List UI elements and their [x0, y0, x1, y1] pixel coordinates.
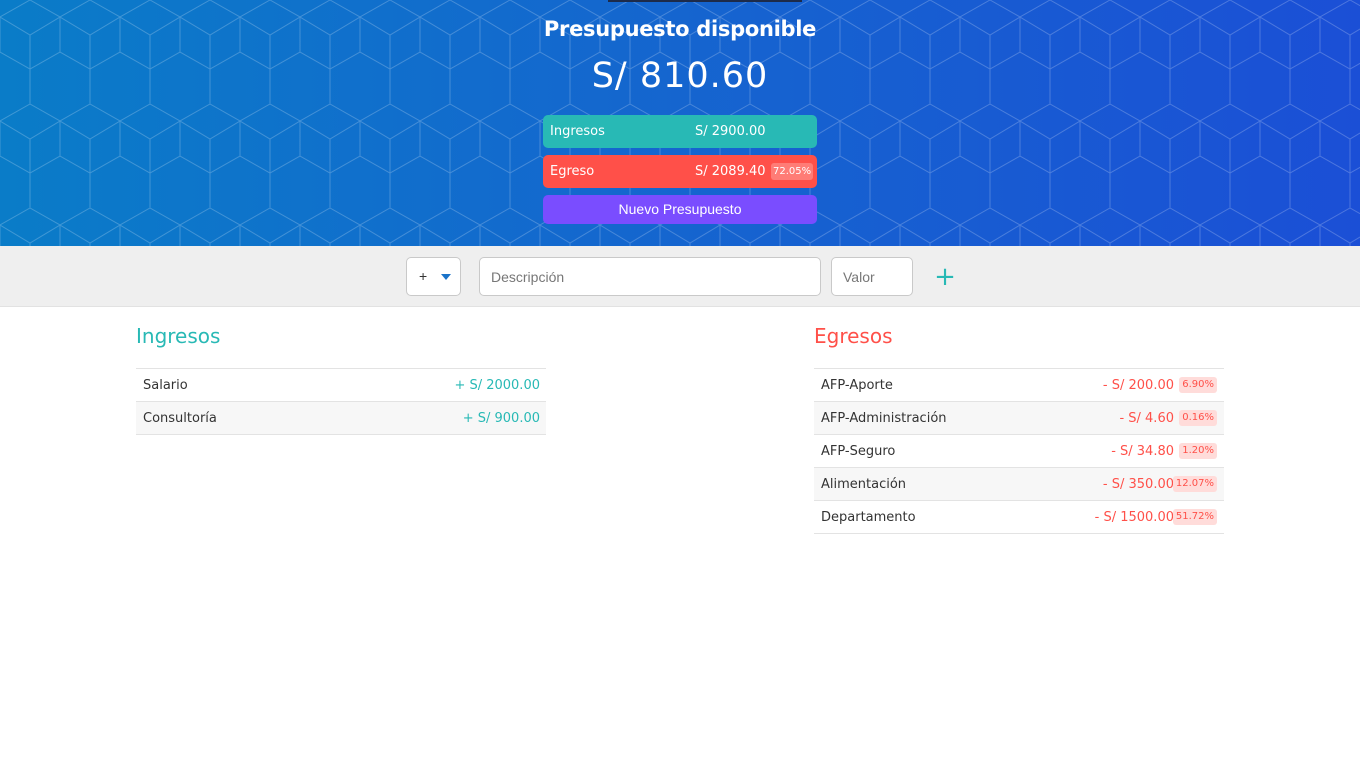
expense-percentage-badge: 72.05% [771, 163, 814, 180]
expense-value: - S/ 1500.00 [1094, 510, 1174, 525]
budget-header: Presupuesto disponible S/ 810.60 Ingreso… [0, 0, 1360, 246]
expense-percentage: 1.20% [1179, 443, 1217, 459]
expense-description: AFP-Seguro [821, 444, 896, 459]
expense-value: - S/ 34.80 [1111, 444, 1174, 459]
expense-column: Egresos AFP-Aporte - S/ 200.00 6.90% AFP… [814, 322, 1224, 534]
expense-row: Alimentación - S/ 350.00 12.07% [814, 468, 1224, 501]
expense-percentage: 51.72% [1172, 509, 1217, 525]
income-value: + S/ 900.00 [462, 411, 540, 426]
expense-percentage: 12.07% [1172, 476, 1217, 492]
expense-percentage: 6.90% [1179, 377, 1217, 393]
expense-value: - S/ 350.00 [1102, 477, 1174, 492]
entry-type-select[interactable]: + [406, 257, 461, 296]
income-column: Ingresos Salario + S/ 2000.00 Consultorí… [136, 322, 546, 435]
income-summary-bar: Ingresos S/ 2900.00 [543, 115, 817, 148]
income-value: + S/ 2000.00 [454, 378, 540, 393]
expense-description: Departamento [821, 510, 916, 525]
caret-down-icon [441, 274, 451, 280]
expense-row: AFP-Administración - S/ 4.60 0.16% [814, 402, 1224, 435]
income-list: Salario + S/ 2000.00 Consultoría + S/ 90… [136, 368, 546, 435]
income-title: Ingresos [136, 324, 221, 348]
expense-row: AFP-Seguro - S/ 34.80 1.20% [814, 435, 1224, 468]
income-summary-label: Ingresos [550, 124, 605, 139]
expense-description: AFP-Administración [821, 411, 947, 426]
budget-title: Presupuesto disponible [543, 17, 817, 41]
entry-type-value: + [419, 268, 428, 284]
expense-percentage: 0.16% [1179, 410, 1217, 426]
plus-icon: + [934, 262, 956, 292]
expense-summary-label: Egreso [550, 164, 595, 179]
income-description: Consultoría [143, 411, 217, 426]
expense-description: Alimentación [821, 477, 907, 492]
expense-title: Egresos [814, 324, 893, 348]
income-row: Salario + S/ 2000.00 [136, 369, 546, 402]
expense-list: AFP-Aporte - S/ 200.00 6.90% AFP-Adminis… [814, 368, 1224, 534]
income-description: Salario [143, 378, 188, 393]
expense-summary-value: S/ 2089.40 [695, 164, 766, 179]
income-row: Consultoría + S/ 900.00 [136, 402, 546, 435]
top-divider [608, 0, 802, 2]
new-budget-button[interactable]: Nuevo Presupuesto [543, 195, 817, 224]
income-summary-value: S/ 2900.00 [695, 124, 766, 139]
add-entry-bar: + + [0, 246, 1360, 307]
value-input[interactable] [831, 257, 913, 296]
description-input[interactable] [479, 257, 821, 296]
expense-row: Departamento - S/ 1500.00 51.72% [814, 501, 1224, 534]
expense-value: - S/ 200.00 [1102, 378, 1174, 393]
expense-description: AFP-Aporte [821, 378, 893, 393]
expense-value: - S/ 4.60 [1119, 411, 1174, 426]
expense-summary-bar: Egreso S/ 2089.40 72.05% [543, 155, 817, 188]
available-budget-total: S/ 810.60 [591, 56, 769, 96]
add-entry-button[interactable]: + [934, 262, 956, 292]
expense-row: AFP-Aporte - S/ 200.00 6.90% [814, 369, 1224, 402]
